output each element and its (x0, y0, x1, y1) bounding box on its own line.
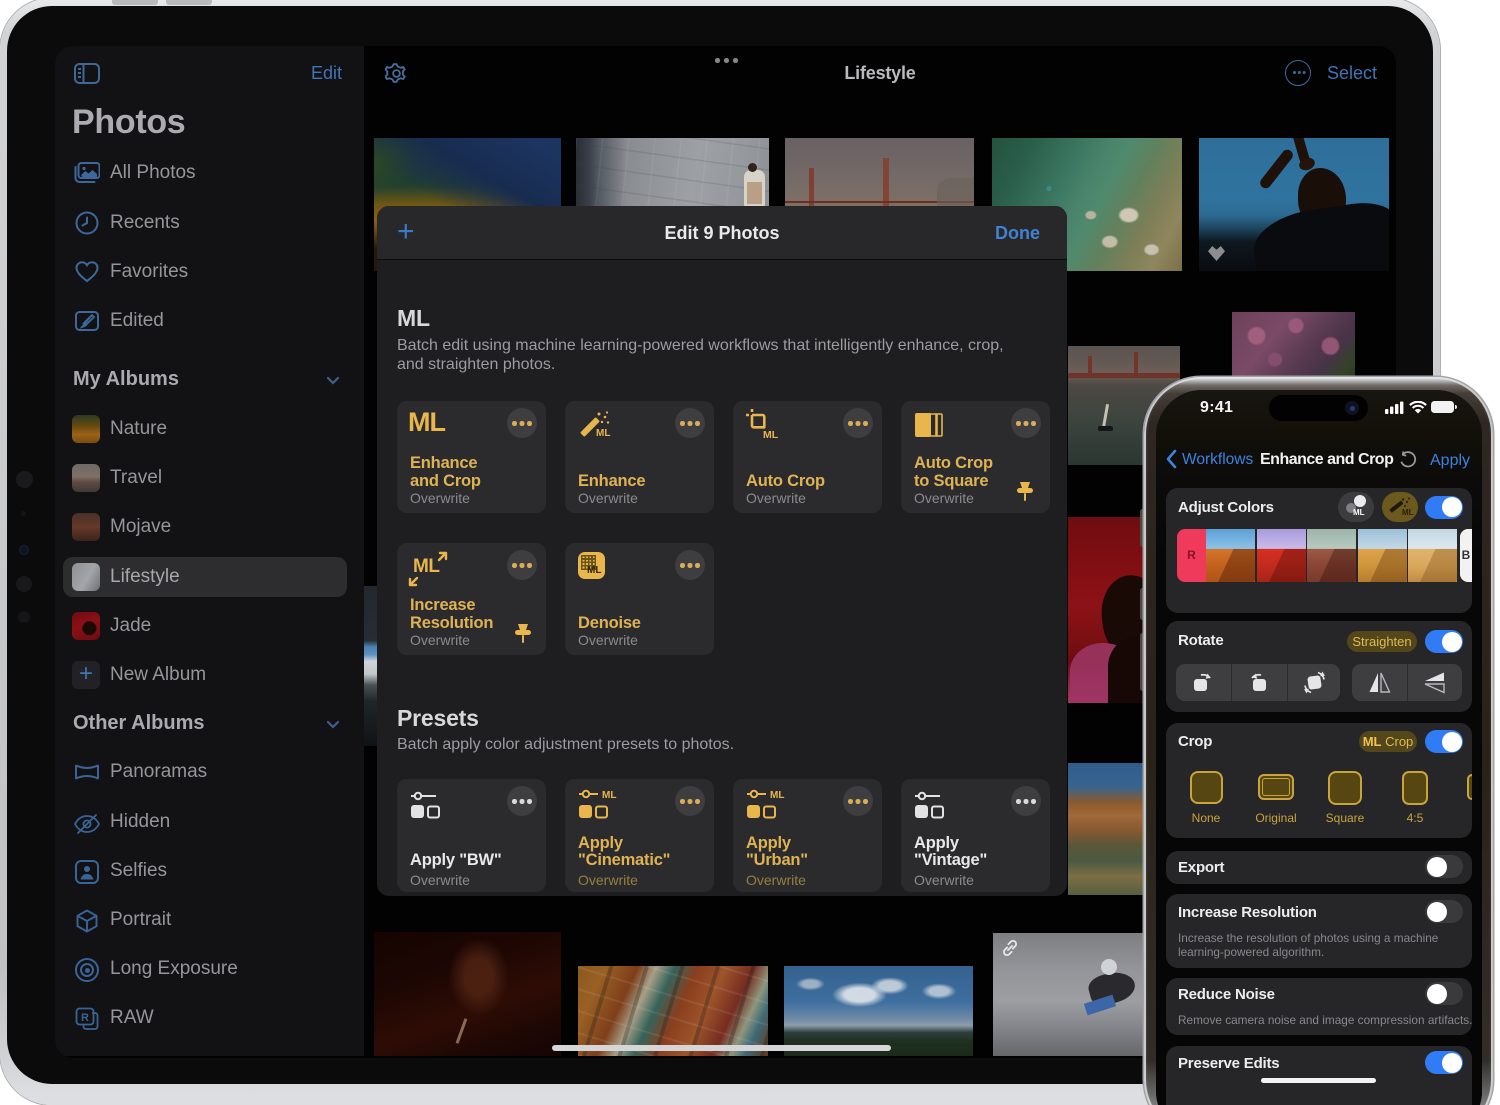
svg-text:ML: ML (602, 790, 616, 801)
svg-text:ML: ML (763, 429, 779, 441)
svg-text:R: R (81, 1012, 89, 1024)
svg-text:ML: ML (596, 428, 610, 439)
svg-text:ML: ML (770, 790, 784, 801)
svg-text:ML: ML (1402, 508, 1414, 517)
